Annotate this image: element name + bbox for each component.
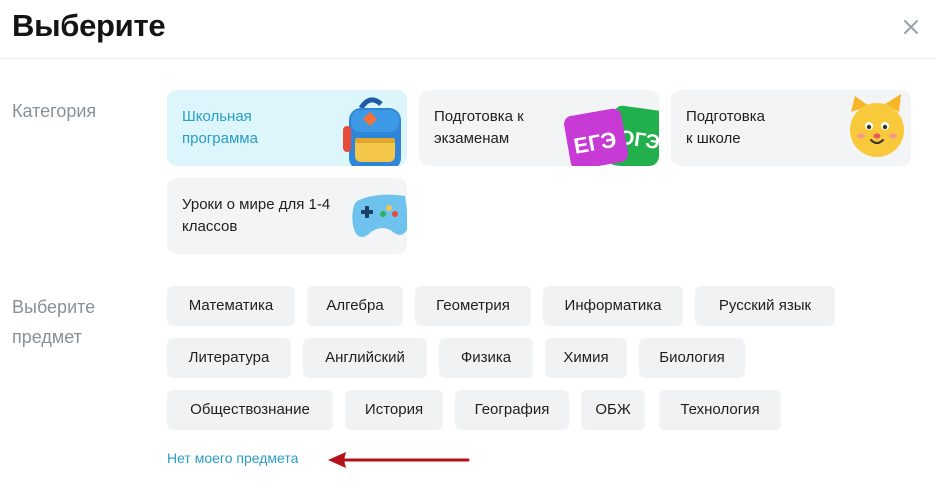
category-card-world-lessons[interactable]: Уроки о мире для 1-4 классов: [167, 178, 407, 254]
subject-chip[interactable]: Английский: [303, 338, 427, 378]
dialog-header: Выберите: [0, 0, 936, 58]
subject-chip[interactable]: География: [455, 390, 569, 430]
card-label: Подготовка к школе: [686, 108, 765, 147]
subject-chip[interactable]: Геометрия: [415, 286, 531, 326]
subject-label: Выберите предмет: [12, 297, 96, 347]
no-subject-link[interactable]: Нет моего предмета: [167, 450, 298, 466]
subject-chip[interactable]: Литература: [167, 338, 291, 378]
category-card-school-program[interactable]: Школьная программа: [167, 90, 407, 166]
subject-chip[interactable]: Математика: [167, 286, 295, 326]
close-icon[interactable]: [898, 14, 924, 40]
subject-chip[interactable]: Биология: [639, 338, 745, 378]
subject-chip[interactable]: Русский язык: [695, 286, 835, 326]
subject-chip[interactable]: Алгебра: [307, 286, 403, 326]
category-card-school-prep[interactable]: Подготовка к школе: [671, 90, 911, 166]
dialog-title: Выберите: [12, 8, 166, 43]
header-divider: [0, 58, 936, 59]
annotation-arrow-icon: [328, 452, 470, 468]
subject-chip[interactable]: Технология: [659, 390, 781, 430]
subject-chip[interactable]: Химия: [545, 338, 627, 378]
category-card-exam-prep[interactable]: Подготовка к экзаменам ОГЭ ЕГЭ: [419, 90, 659, 166]
cat-face-icon: [850, 94, 904, 157]
subject-chip[interactable]: Физика: [439, 338, 533, 378]
subject-chip[interactable]: Обществознание: [167, 390, 333, 430]
subject-chip[interactable]: История: [345, 390, 443, 430]
card-label: Уроки о мире для 1-4 классов: [182, 196, 331, 235]
subject-chip[interactable]: ОБЖ: [581, 390, 645, 430]
subject-chip[interactable]: Информатика: [543, 286, 683, 326]
exam-badges-icon: ОГЭ ЕГЭ: [564, 105, 659, 166]
category-label: Категория: [12, 101, 97, 121]
backpack-icon: [343, 97, 401, 166]
gamepad-icon: [352, 194, 407, 237]
card-label: Школьная программа: [182, 108, 258, 147]
